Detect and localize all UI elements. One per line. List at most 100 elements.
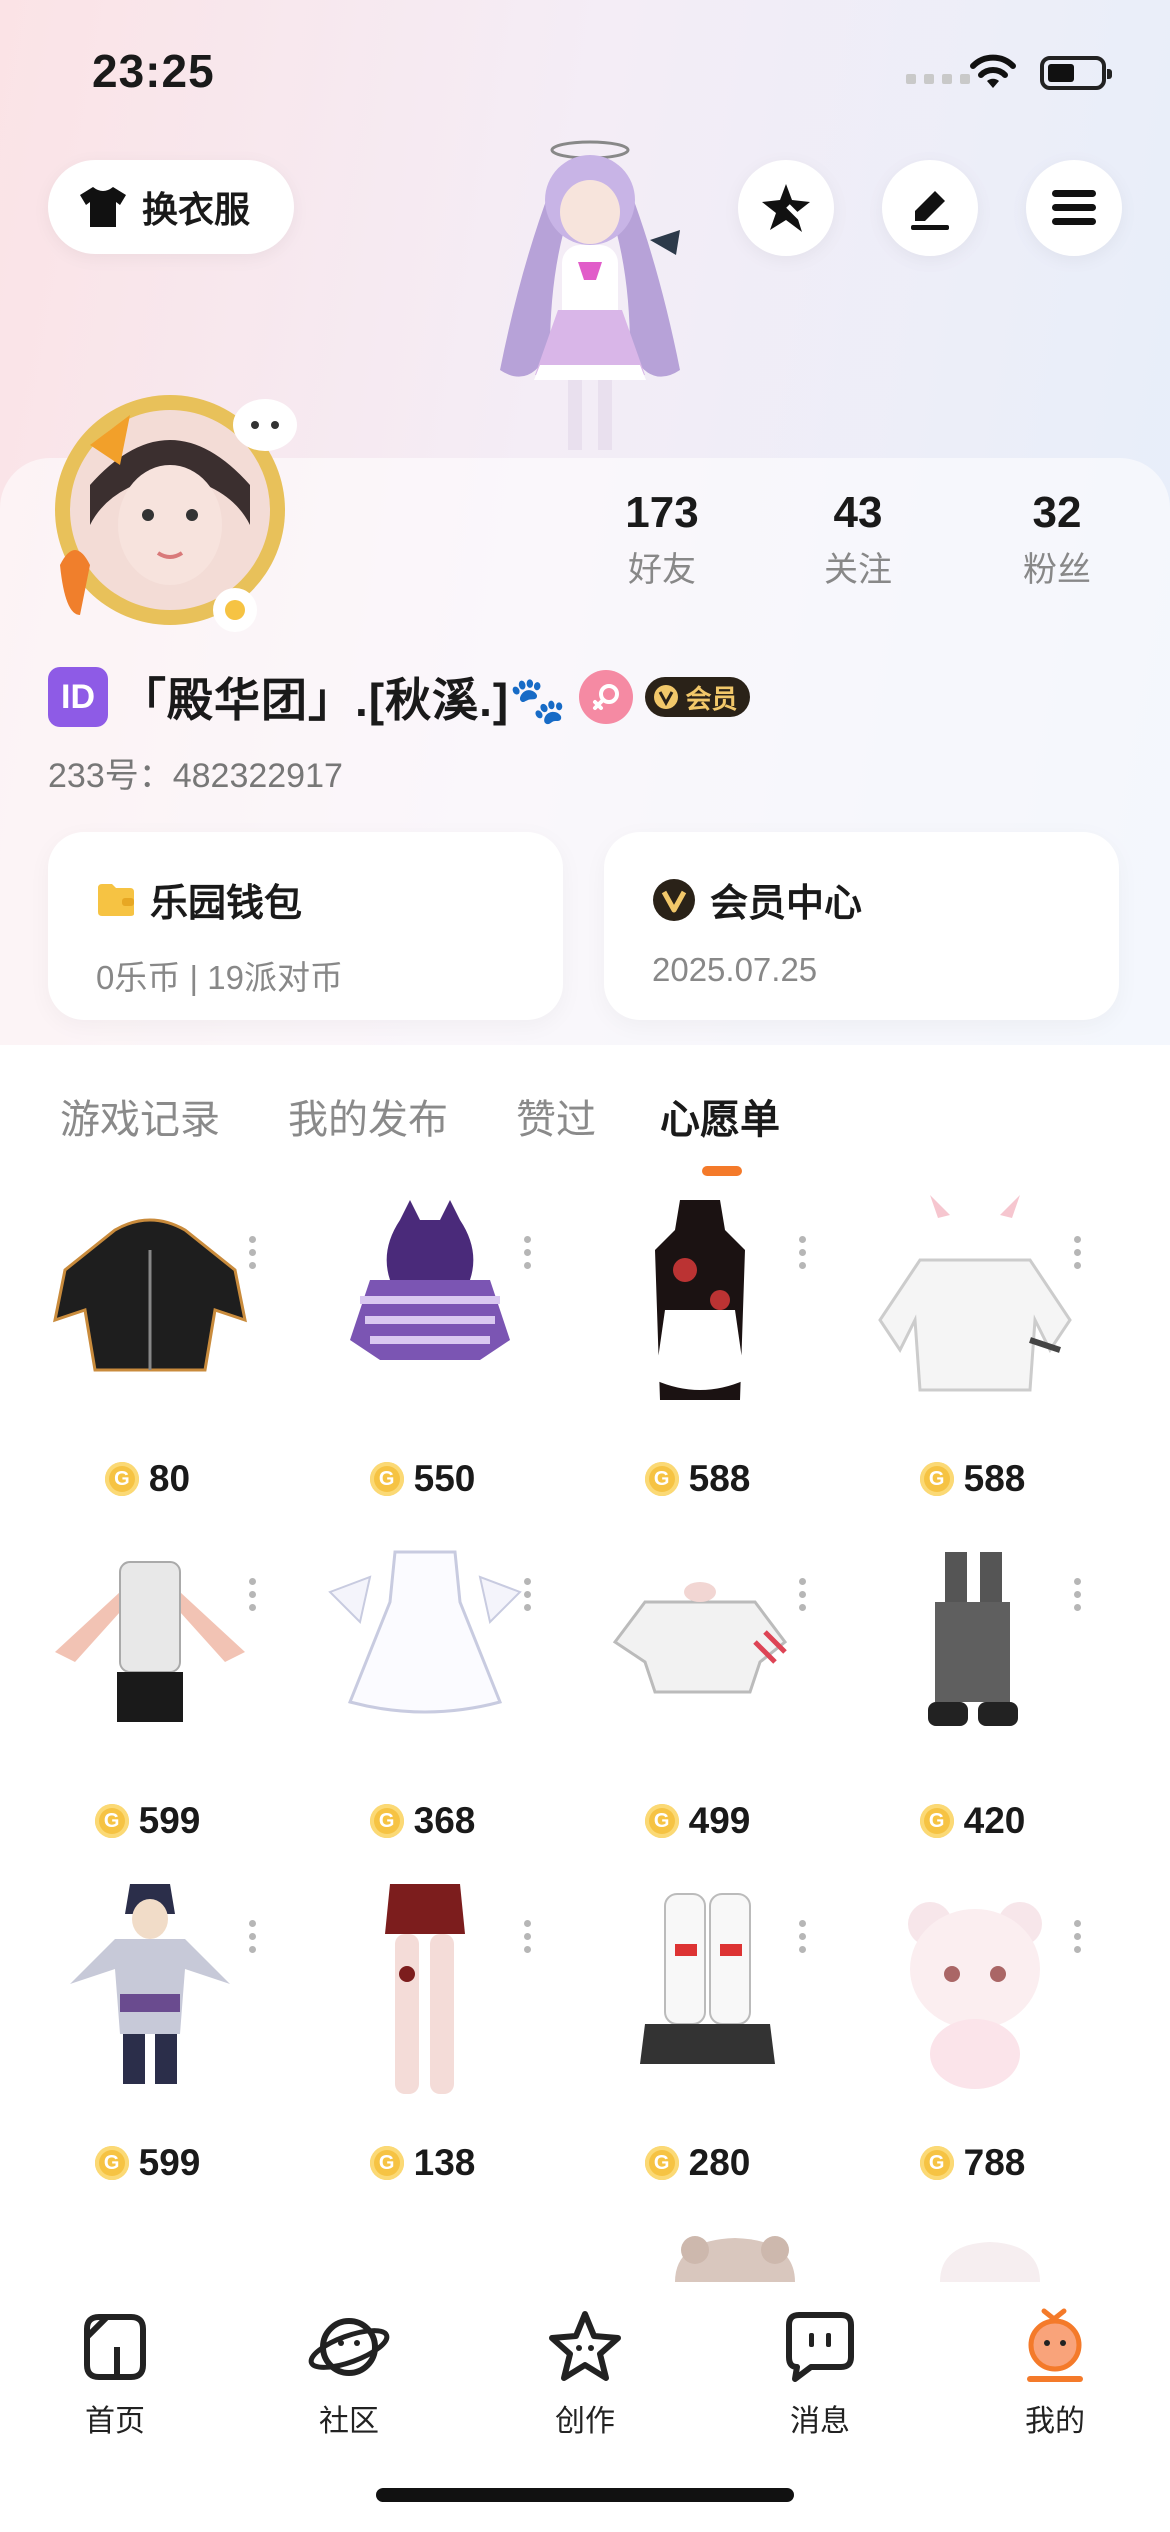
item-image	[928, 1552, 1018, 1726]
coin-icon: G	[94, 1804, 129, 1838]
stat-following-value: 43	[833, 488, 883, 537]
more-options-icon[interactable]	[1074, 1578, 1082, 1611]
nav-home[interactable]: 首页	[40, 2302, 190, 2440]
tab-my-posts[interactable]: 我的发布	[288, 1087, 448, 1145]
partial-item-image	[940, 2242, 1040, 2282]
wishlist-item[interactable]: G 588	[835, 1190, 1110, 1510]
avatar[interactable]	[30, 375, 300, 645]
wallet-title: 乐园钱包	[150, 883, 303, 925]
wishlist-item[interactable]: G 368	[285, 1532, 560, 1852]
item-image	[655, 1200, 745, 1400]
item-price: 788	[963, 2142, 1026, 2183]
nav-community[interactable]: 社区	[274, 2302, 424, 2440]
more-options-icon[interactable]	[249, 1920, 257, 1953]
wishlist-item[interactable]: G 599	[10, 1874, 285, 2194]
star-icon	[762, 184, 810, 232]
vip-center-card[interactable]: 会员中心 2025.07.25	[604, 832, 1119, 1020]
wifi-icon	[970, 54, 1016, 88]
item-image	[328, 1550, 522, 1714]
wallet-card[interactable]: 乐园钱包 0乐币 | 19派对币	[48, 832, 563, 1020]
item-image	[612, 1582, 788, 1694]
more-options-icon[interactable]	[1074, 1920, 1082, 1953]
nav-profile[interactable]: 我的	[980, 2302, 1130, 2440]
item-price: 368	[413, 1800, 476, 1841]
more-options-icon[interactable]	[524, 1578, 532, 1611]
coin-icon: G	[644, 1804, 679, 1838]
coin-icon: G	[644, 2146, 679, 2180]
wishlist-item[interactable]: G 420	[835, 1532, 1110, 1852]
item-price: 280	[688, 2142, 751, 2183]
star-icon	[549, 2311, 621, 2381]
wishlist-item[interactable]: G 280	[560, 1874, 835, 2194]
change-outfit-button[interactable]: 换衣服	[48, 160, 294, 254]
tab-wishlist[interactable]: 心愿单	[660, 1087, 780, 1145]
nav-create[interactable]: 创作	[510, 2302, 660, 2440]
wallet-balance: 0乐币 | 19派对币	[96, 959, 343, 996]
vip-center-title: 会员中心	[710, 883, 863, 925]
avatar-character[interactable]	[440, 130, 730, 460]
coin-icon: G	[919, 2146, 954, 2180]
change-outfit-label: 换衣服	[142, 189, 251, 230]
more-options-icon[interactable]	[249, 1236, 257, 1269]
profile-name: 「殿华团」.[秋溪.]🐾	[120, 674, 568, 726]
wishlist-item[interactable]: G 80	[10, 1190, 285, 1510]
planet-icon	[308, 2318, 390, 2376]
nav-community-label: 社区	[319, 2405, 379, 2438]
coin-icon: G	[104, 1462, 139, 1496]
item-price: 599	[138, 1800, 201, 1841]
wishlist-item[interactable]: G 550	[285, 1190, 560, 1510]
profile-face-icon	[1027, 2308, 1083, 2382]
status-bar: 23:25	[0, 0, 1170, 140]
item-image	[350, 1200, 510, 1360]
item-price: 588	[963, 1458, 1026, 1499]
star-cut-button[interactable]	[738, 160, 834, 256]
item-price: 550	[413, 1458, 476, 1499]
more-options-icon[interactable]	[799, 1236, 807, 1269]
menu-button[interactable]	[1026, 160, 1122, 256]
nav-messages[interactable]: 消息	[745, 2302, 895, 2440]
battery-icon	[1040, 56, 1112, 90]
stat-friends[interactable]: 173 好友	[572, 488, 752, 591]
item-image	[878, 1195, 1072, 1392]
more-options-icon[interactable]	[799, 1578, 807, 1611]
stat-friends-value: 173	[625, 488, 699, 537]
signal-icon	[906, 74, 970, 84]
stat-following[interactable]: 43 关注	[768, 488, 948, 591]
wishlist-item[interactable]: G 588	[560, 1190, 835, 1510]
vip-badge[interactable]: 会员	[645, 677, 750, 717]
item-image	[385, 1884, 465, 2094]
wishlist-item[interactable]: G 599	[10, 1532, 285, 1852]
pen-icon	[911, 191, 949, 230]
nav-create-label: 创作	[555, 2405, 615, 2438]
menu-icon	[1052, 190, 1096, 225]
vip-badge-label: 会员	[685, 683, 738, 714]
home-indicator	[376, 2488, 794, 2502]
stat-fans[interactable]: 32 粉丝	[967, 488, 1147, 591]
more-options-icon[interactable]	[524, 1236, 532, 1269]
wishlist-item[interactable]: G 499	[560, 1532, 835, 1852]
wishlist-item[interactable]: G 788	[835, 1874, 1110, 2194]
item-price: 420	[963, 1800, 1026, 1841]
tab-liked[interactable]: 赞过	[516, 1087, 596, 1145]
nav-profile-label: 我的	[1025, 2405, 1085, 2438]
more-options-icon[interactable]	[799, 1920, 807, 1953]
tab-game-records[interactable]: 游戏记录	[60, 1087, 220, 1145]
item-image	[908, 1902, 1042, 2089]
item-price: 599	[138, 2142, 201, 2183]
item-image	[70, 1884, 230, 2084]
coin-icon: G	[94, 2146, 129, 2180]
profile-tabs: 游戏记录 我的发布 赞过 心愿单	[0, 1045, 1170, 1185]
edit-profile-button[interactable]	[882, 160, 978, 256]
vip-v-icon	[654, 685, 679, 709]
vip-expiry: 2025.07.25	[652, 951, 818, 988]
wishlist-item[interactable]: G 138	[285, 1874, 560, 2194]
more-options-icon[interactable]	[524, 1920, 532, 1953]
more-options-icon[interactable]	[249, 1578, 257, 1611]
active-tab-indicator	[702, 1166, 742, 1176]
profile-name-row: ID 「殿华团」.[秋溪.]🐾 会员	[48, 665, 750, 729]
coin-icon: G	[369, 1462, 404, 1496]
home-icon	[84, 2314, 146, 2380]
more-options-icon[interactable]	[1074, 1236, 1082, 1269]
tshirt-icon	[80, 187, 126, 227]
wallet-icon	[98, 883, 134, 916]
